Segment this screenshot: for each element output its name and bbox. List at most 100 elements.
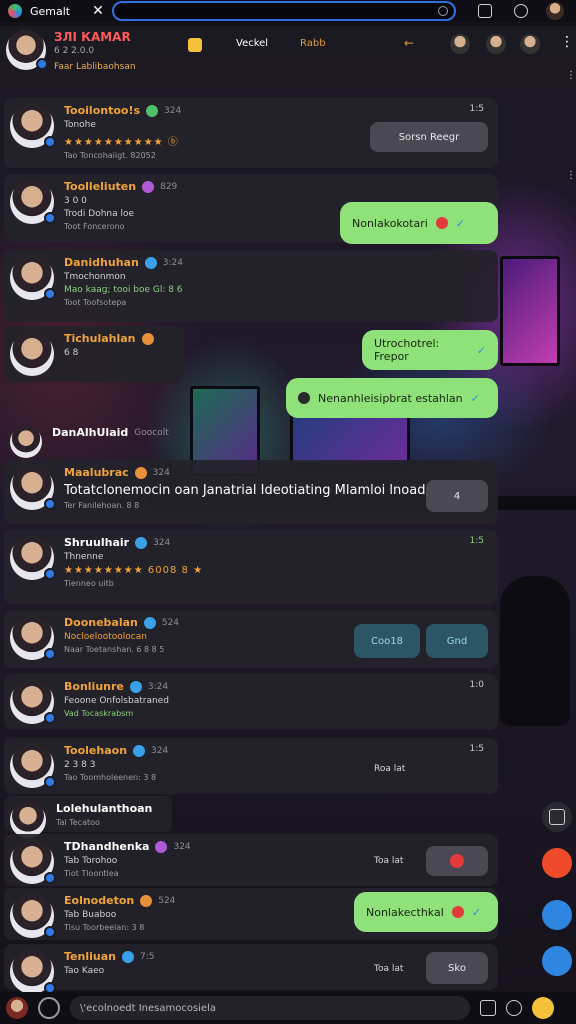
avatar[interactable] <box>10 426 42 458</box>
chat-name: Doonebalan <box>64 616 138 629</box>
avatar[interactable] <box>10 840 56 884</box>
verified-badge-icon <box>36 58 48 70</box>
rating-stars: ★★★★★★★★ 6008 8 ★ <box>64 565 204 576</box>
action-button-2[interactable]: Gnd <box>426 624 488 658</box>
app-title: Gemalt <box>30 4 71 18</box>
chat-row[interactable]: DanAlhUlaid Goocolt <box>4 420 186 460</box>
compose-bar: \'ecolnoedt Inesamocosiela <box>0 992 576 1024</box>
chat-header[interactable]: ЗЛІ КАМАR 6 2 2.0.0 Faar Lablibaohsan Ve… <box>0 26 576 86</box>
more-icon[interactable]: ⋮ <box>566 170 576 181</box>
chat-count: 829 <box>160 181 178 192</box>
chat-row[interactable]: Danidhuhan 3:24 Tmochonmon Mao kaag; tooi… <box>4 250 498 322</box>
chat-row[interactable]: Shruulhair 324 Thnenne ★★★★★★★★ 6008 8 ★ … <box>4 530 498 604</box>
avatar[interactable] <box>10 802 46 838</box>
mic-icon[interactable] <box>532 997 554 1019</box>
message-bubble[interactable]: Nonlakokotari ✓ <box>340 202 498 244</box>
avatar[interactable] <box>10 680 56 724</box>
member-avatar[interactable] <box>520 34 540 54</box>
camera-icon[interactable] <box>513 4 528 18</box>
chat-row[interactable]: Tichulahlan 6 8 <box>4 326 184 382</box>
gallery-icon[interactable] <box>480 1000 496 1016</box>
message-text: Nenanhleisipbrat estahlan <box>318 391 463 405</box>
reaction-button[interactable] <box>426 846 488 876</box>
call-button[interactable] <box>542 946 572 976</box>
avatar[interactable] <box>10 536 56 580</box>
chat-row[interactable]: Bonliunre 3:24 Feoone Onfolsbatraned Vad … <box>4 674 498 730</box>
chat-row[interactable]: Tooilontoo!s 324 Tonohe ★★★★★★★★★★ ⓑ Tao … <box>4 98 498 168</box>
chat-row[interactable]: Toolleliuten 829 3 0 0 Trodi Dohna loe To… <box>4 174 498 244</box>
avatar[interactable] <box>10 616 56 660</box>
heart-icon <box>451 906 464 918</box>
status-icon <box>141 332 154 345</box>
status-icon <box>140 894 153 907</box>
window-icon[interactable] <box>477 4 492 18</box>
chat-row[interactable]: Doonebalan 524 Nocloelootoolocan Naar Toe… <box>4 610 498 668</box>
chat-name: Tooilontoo!s <box>64 104 141 117</box>
profile-avatar[interactable] <box>545 2 564 20</box>
search-icon[interactable] <box>437 6 448 16</box>
message-bubble[interactable]: Nenanhleisipbrat estahlan ✓ <box>286 378 498 418</box>
member-avatar[interactable] <box>450 34 470 54</box>
attach-icon[interactable] <box>38 997 60 1019</box>
chat-sub: Thnenne <box>64 552 104 562</box>
action-label: Sorsn Reegr <box>398 131 460 143</box>
verified-badge-icon <box>44 872 56 884</box>
more-icon[interactable]: ⋮ <box>560 34 574 50</box>
member-avatar[interactable] <box>486 34 506 54</box>
action-button[interactable]: 4 <box>426 480 488 512</box>
window-button[interactable] <box>542 802 572 832</box>
more-icon[interactable]: ⋮ <box>566 70 576 81</box>
group-avatar[interactable] <box>6 30 48 70</box>
avatar[interactable] <box>10 180 56 224</box>
message-bubble[interactable]: Utrochotrel: Frepor ✓ <box>362 330 498 370</box>
message-text: Utrochotrel: Frepor <box>374 337 440 363</box>
avatar[interactable] <box>10 256 56 300</box>
chat-count: 324 <box>152 467 170 478</box>
chat-row[interactable]: Maalubrac 324 Totatclonemocin oan Janatri… <box>4 460 498 524</box>
avatar[interactable] <box>10 332 54 376</box>
chat-row[interactable]: Lolehulanthoan Tal Tecatoo <box>4 796 172 838</box>
search-input[interactable] <box>111 1 456 21</box>
chat-row[interactable]: Toolehaon 324 2 3 8 3 Tao Toomholeenen: 3… <box>4 738 498 794</box>
status-icon <box>143 616 156 629</box>
chat-count: 324 <box>173 841 191 852</box>
reply-label: Roa lat <box>374 764 406 774</box>
chat-meta: Tienneo uitb <box>64 579 114 588</box>
action-button[interactable]: Sorsn Reegr <box>370 122 488 152</box>
avatar[interactable] <box>10 744 56 788</box>
verified-badge-icon <box>44 212 56 224</box>
message-text: Nonlakokotari <box>352 216 428 230</box>
status-icon <box>146 104 159 117</box>
status-icon <box>134 466 147 479</box>
chat-meta: Tao Toomholeenen: 3 8 <box>64 773 157 782</box>
action-button[interactable]: Coo18 <box>354 624 420 658</box>
chat-count: 7:5 <box>139 951 155 962</box>
chat-count: 324 <box>151 745 169 756</box>
action-button[interactable]: Sko <box>426 952 488 984</box>
avatar[interactable] <box>10 104 56 148</box>
status-icon <box>135 536 148 549</box>
chat-row[interactable]: TDhandhenka 324 Tab Torohoo Tiot Tloontle… <box>4 834 498 886</box>
clock-icon[interactable] <box>506 1000 522 1016</box>
chat-count: 324 <box>164 105 182 116</box>
close-icon[interactable]: ✕ <box>92 3 104 19</box>
avatar[interactable] <box>10 466 56 510</box>
message-bubble[interactable]: Nonlakecthkal ✓ <box>354 892 498 932</box>
header-mid-label[interactable]: Veckel <box>236 38 268 49</box>
heart-icon <box>435 217 448 229</box>
chair <box>500 576 570 726</box>
chat-row[interactable]: Eolnodeton 524 Tab Buaboo Tisu Toorbeelan… <box>4 888 498 940</box>
status-icon <box>144 256 157 269</box>
chat-row[interactable]: Tenliuan 7:5 Tao Kaeo Toa lat Sko <box>4 944 498 994</box>
sender-avatar <box>298 392 310 404</box>
share-button[interactable] <box>542 900 572 930</box>
header-right-label[interactable]: Rabb <box>300 38 326 49</box>
message-input[interactable]: \'ecolnoedt Inesamocosiela <box>70 996 470 1020</box>
record-button[interactable] <box>542 848 572 878</box>
avatar[interactable] <box>6 997 28 1019</box>
avatar[interactable] <box>10 950 56 994</box>
back-arrow-icon[interactable]: ← <box>404 36 414 50</box>
avatar[interactable] <box>10 894 56 938</box>
chat-meta: Tao Toncohaiigt. 82052 <box>64 151 156 160</box>
chat-time: 1:5 <box>469 536 484 546</box>
